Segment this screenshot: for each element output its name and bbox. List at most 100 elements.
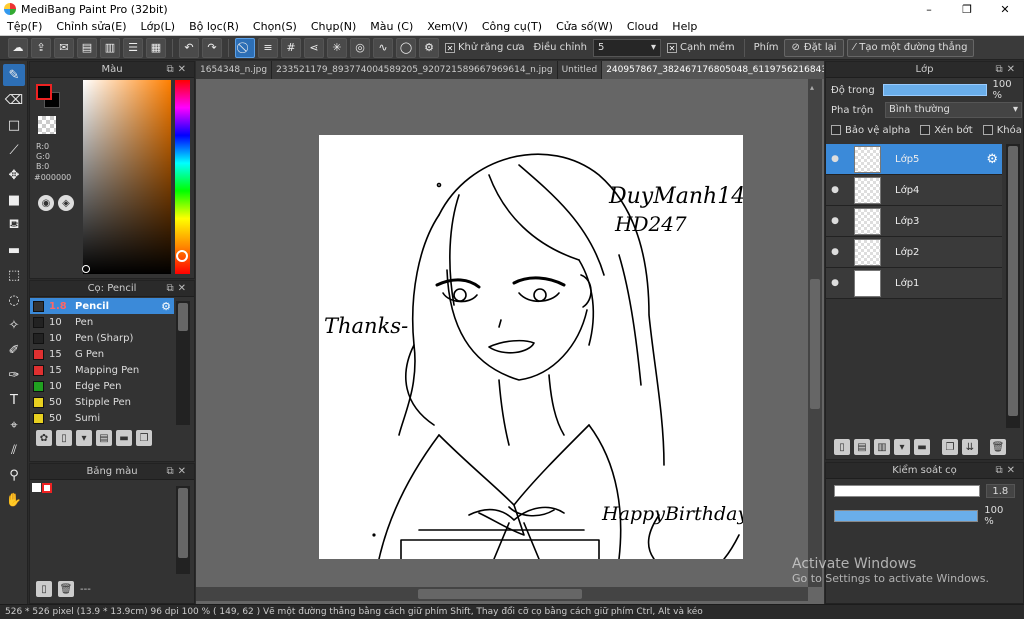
select-rect-icon[interactable]: ⬚ [3,264,25,286]
hue-slider[interactable] [175,80,190,274]
doc-tab[interactable]: Untitled [558,61,603,79]
document-icon[interactable]: ▤ [96,430,112,446]
reset-button[interactable]: ⊘ Đặt lại [784,38,844,57]
folder-icon[interactable]: ▬ [116,430,132,446]
canvas-vertical-scrollbar[interactable]: ▴ [808,79,822,587]
visibility-icon[interactable]: ● [826,154,844,164]
palette-edit-icon[interactable]: ◈ [58,195,74,211]
layer-row[interactable]: ● Lớp2 [826,237,1002,268]
scroll-up-icon[interactable]: ▴ [810,83,814,92]
clipping-checkbox[interactable] [920,125,931,135]
ellipse-snap-icon[interactable]: ◯ [396,37,416,58]
palette-scrollbar[interactable] [176,486,190,574]
visibility-icon[interactable]: ● [826,247,844,257]
doc-tab[interactable]: 233521179_893774004589205_92072158966796… [272,61,558,79]
select-pen-icon[interactable]: ✐ [3,339,25,361]
operation-icon[interactable]: ⌖ [3,414,25,436]
parallel-snap-icon[interactable]: ≡ [258,37,278,58]
adjust-select[interactable]: 5 ▾ [592,38,661,57]
hand-icon[interactable]: ✋ [3,489,25,511]
eyedropper-icon[interactable]: ⚲ [3,464,25,486]
brush-item[interactable]: 50 Stipple Pen [30,394,174,410]
close-button[interactable]: ✕ [986,0,1024,18]
straight-line-button[interactable]: ⁄ Tạo một đường thẳng [846,38,975,57]
merge-icon[interactable]: ⇊ [962,439,978,455]
brush-size-slider[interactable] [834,485,980,497]
panel-icon[interactable]: ▤ [77,37,97,58]
palette-swatch-white[interactable] [32,483,41,492]
layer-row[interactable]: ● Lớp1 [826,268,1002,299]
maximize-button[interactable]: ❐ [948,0,986,18]
text-tool-icon[interactable]: T [3,389,25,411]
curve-snap-icon[interactable]: ∿ [373,37,393,58]
doc-tab[interactable]: 1654348_n.jpg [196,61,273,79]
radial-snap-icon[interactable]: ✳ [327,37,347,58]
dot-tool-icon[interactable]: □ [3,114,25,136]
trash-icon[interactable]: 🗑 [58,581,74,597]
brush-item[interactable]: 10 Edge Pen [30,378,174,394]
eraser-tool-icon[interactable]: ⌫ [3,89,25,111]
list-icon[interactable]: ☰ [123,37,143,58]
menu-cloud[interactable]: Cloud [620,20,665,33]
brush-item[interactable]: 50 Sumi [30,410,174,426]
panel-controls-icon[interactable]: ⧉✕ [166,281,190,297]
page-icon[interactable]: ▥ [100,37,120,58]
scroll-thumb[interactable] [810,279,820,409]
blend-mode-select[interactable]: Bình thường ▾ [885,102,1022,118]
new-layer-icon[interactable]: ▯ [834,439,850,455]
brush-opacity-slider[interactable] [834,510,979,522]
panel-controls-icon[interactable]: ⧉✕ [166,464,190,480]
vanishing-snap-icon[interactable]: ⋖ [304,37,324,58]
fill-shape-icon[interactable]: ■ [3,189,25,211]
brush-item[interactable]: 10 Pen [30,314,174,330]
palette-icon[interactable]: ◉ [38,195,54,211]
hue-knob[interactable] [176,250,188,262]
brush-tool-icon[interactable]: ✎ [3,64,25,86]
panel-controls-icon[interactable]: ⧉✕ [166,62,190,78]
circle-snap-icon[interactable]: ◎ [350,37,370,58]
protect-alpha-checkbox[interactable] [831,125,841,135]
new-layer-8bit-icon[interactable]: ▤ [854,439,870,455]
select-eraser-icon[interactable]: ✑ [3,364,25,386]
scroll-thumb[interactable] [178,303,188,331]
panel-controls-icon[interactable]: ⧉✕ [995,463,1019,479]
lock-checkbox[interactable] [982,125,993,135]
redo-icon[interactable]: ↷ [202,37,222,58]
undo-icon[interactable]: ↶ [179,37,199,58]
menu-help[interactable]: Help [665,20,704,33]
menu-select[interactable]: Chọn(S) [246,20,304,33]
drawing-canvas[interactable]: DuyManh14 HD247 Thanks- HappyBirthday [319,135,743,559]
sv-picker-knob[interactable] [82,265,90,273]
import-icon[interactable]: ▾ [76,430,92,446]
menu-snap[interactable]: Chụp(N) [304,20,363,33]
menu-edit[interactable]: Chỉnh sửa(E) [49,20,133,33]
cross-snap-icon[interactable]: # [281,37,301,58]
menu-color[interactable]: Màu (C) [363,20,420,33]
brush-item[interactable]: 15 Mapping Pen [30,362,174,378]
foreground-color-swatch[interactable] [36,84,52,100]
menu-tools[interactable]: Công cụ(T) [475,20,549,33]
layer-scrollbar[interactable] [1006,144,1020,428]
canvas-horizontal-scrollbar[interactable] [196,587,808,601]
snap-off-icon[interactable]: ⃠ [235,37,255,58]
duplicate-icon[interactable]: ❐ [942,439,958,455]
visibility-icon[interactable]: ● [826,185,844,195]
copy-icon[interactable]: ❐ [136,430,152,446]
brush-size-value[interactable]: 1.8 [985,484,1015,498]
panel-controls-icon[interactable]: ⧉✕ [995,62,1019,78]
doc-tab-active[interactable]: 240957867_382467176805048_61197562168430… [602,61,824,79]
new-palette-icon[interactable]: ▯ [36,581,52,597]
smooth-checkbox[interactable]: ✕ [666,42,677,53]
gradient-icon[interactable]: ▬ [3,239,25,261]
gear-icon[interactable]: ⚙ [986,152,998,167]
scroll-thumb[interactable] [1008,146,1018,416]
layer-row[interactable]: ● Lớp4 [826,175,1002,206]
new-file-icon[interactable]: ▯ [56,430,72,446]
gear-icon[interactable]: ⚙ [161,300,171,313]
visibility-icon[interactable]: ● [826,216,844,226]
brush-scrollbar[interactable] [176,301,190,425]
add-brush-icon[interactable]: ✿ [36,430,52,446]
trash-icon[interactable]: 🗑 [990,439,1006,455]
new-layer-1bit-icon[interactable]: ▥ [874,439,890,455]
menu-layer[interactable]: Lớp(L) [134,20,183,33]
